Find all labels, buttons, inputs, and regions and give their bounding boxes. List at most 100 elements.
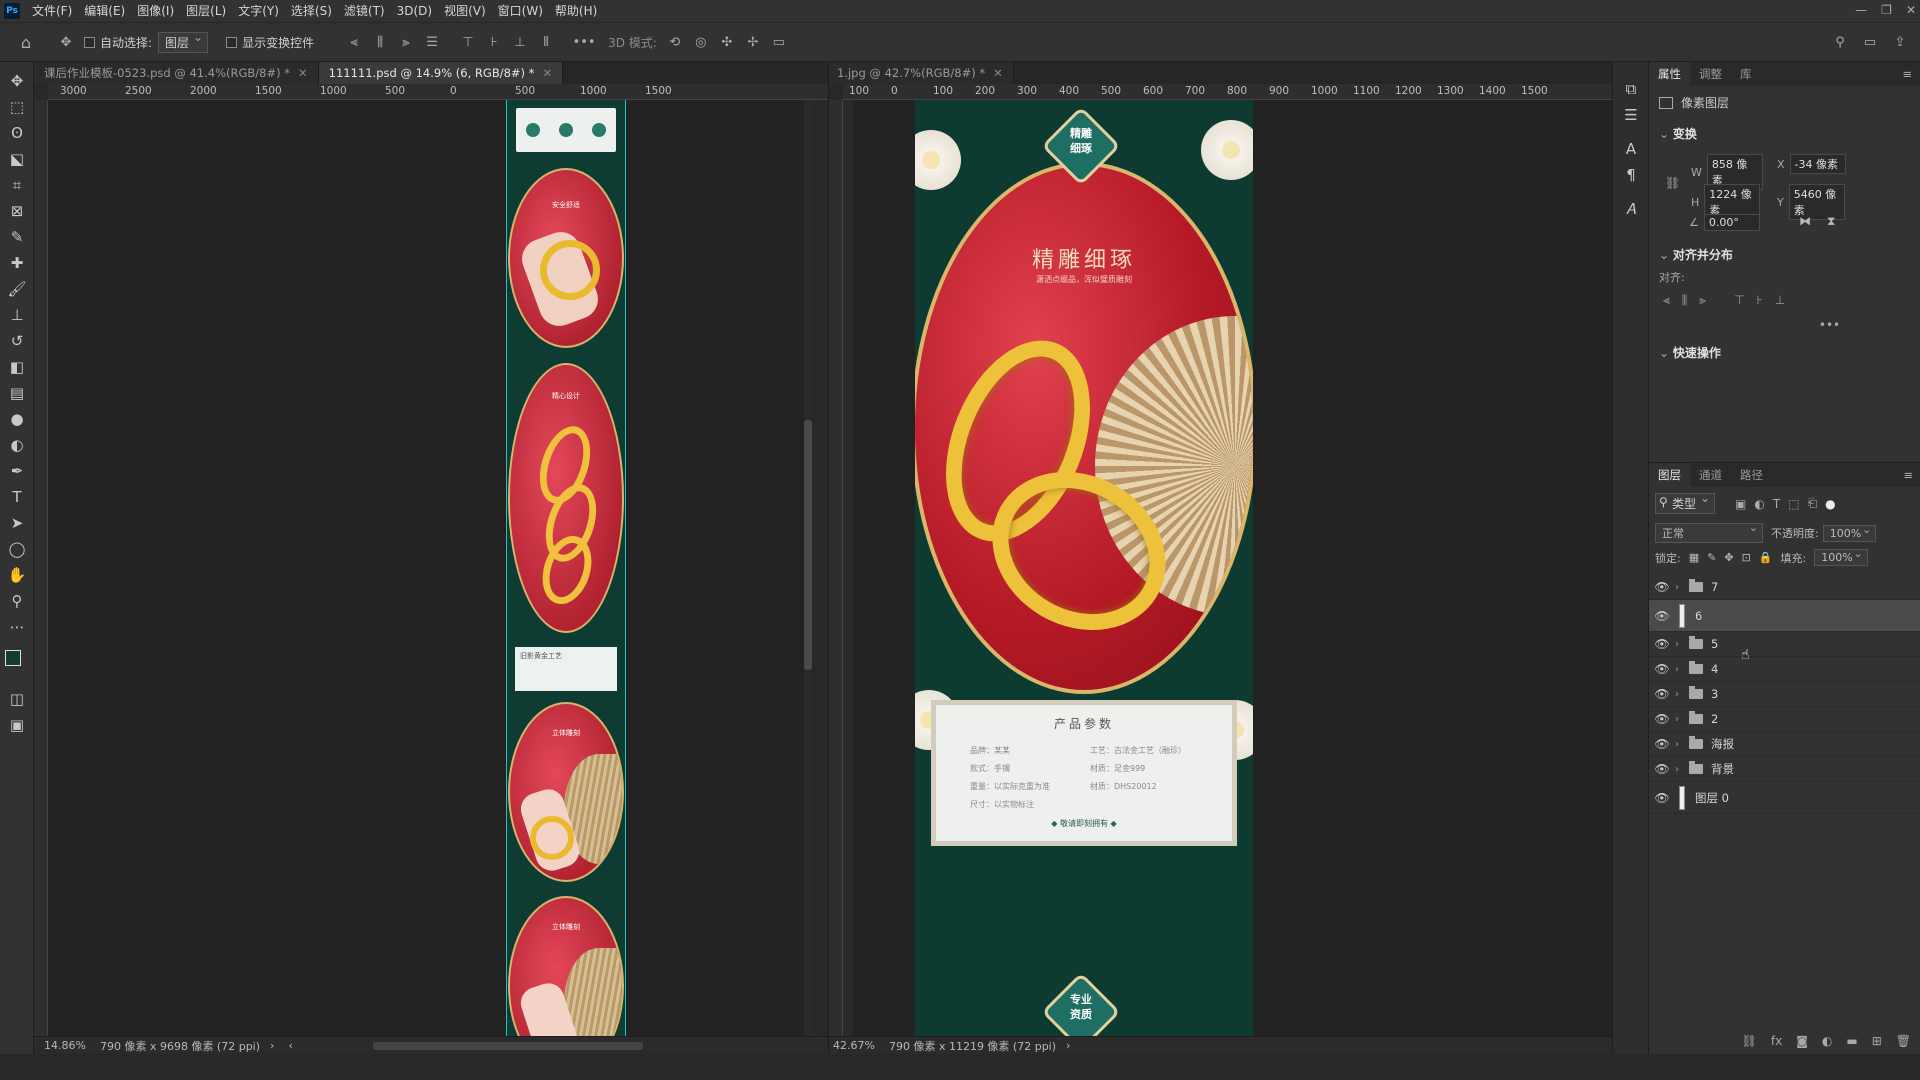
blend-mode-dropdown[interactable]: 正常 — [1655, 521, 1763, 543]
menu-item[interactable]: 窗口(W) — [492, 0, 549, 22]
right-zoom-level[interactable]: 42.67% — [833, 1039, 875, 1052]
distribute-icon[interactable]: ☰ — [422, 32, 442, 52]
more-options-icon[interactable]: ••• — [573, 32, 596, 52]
menu-item[interactable]: 选择(S) — [285, 0, 338, 22]
visibility-eye-icon[interactable]: 👁 — [1649, 737, 1675, 751]
filter-adjust-icon[interactable]: ◐ — [1754, 497, 1764, 511]
menu-item[interactable]: 图像(I) — [131, 0, 180, 22]
filter-toggle-icon[interactable]: ● — [1825, 497, 1835, 511]
align-vcenter-icon[interactable]: ⊦ — [1757, 293, 1763, 308]
left-vertical-scrollbar[interactable] — [804, 100, 812, 1036]
lock-paint-icon[interactable]: ✎ — [1707, 551, 1716, 564]
visibility-eye-icon[interactable]: 👁 — [1649, 762, 1675, 776]
layer-row[interactable]: 👁 6 — [1649, 600, 1920, 632]
color-swatches[interactable] — [0, 646, 33, 686]
expand-caret-icon[interactable]: › — [1675, 714, 1689, 725]
auto-select-option[interactable]: 自动选择: 图层 — [84, 30, 209, 53]
layer-name[interactable]: 2 — [1711, 712, 1718, 726]
new-layer-icon[interactable]: ⊞ — [1872, 1034, 1882, 1048]
status-arrow-icon[interactable]: › — [1066, 1039, 1070, 1052]
align-hcenter-icon[interactable]: ⫼ — [1682, 293, 1688, 308]
visibility-eye-icon[interactable]: 👁 — [1649, 662, 1675, 676]
add-mask-icon[interactable]: ◙ — [1796, 1034, 1808, 1048]
lock-transparent-icon[interactable]: ▦ — [1689, 551, 1699, 564]
foreground-color-swatch[interactable] — [5, 650, 21, 666]
layer-name[interactable]: 7 — [1711, 580, 1718, 594]
document-tab[interactable]: 课后作业模板-0523.psd @ 41.4%(RGB/8#) * ✕ — [34, 62, 319, 84]
shape-tool-icon[interactable]: ◯ — [0, 536, 34, 562]
filter-shape-icon[interactable]: ⬚ — [1788, 497, 1799, 511]
right-left-scrollbar[interactable] — [842, 100, 853, 1036]
screen-mode-icon[interactable]: ▣ — [0, 712, 34, 738]
lock-all-icon[interactable]: 🔒 — [1759, 551, 1773, 564]
move-tool-preset-icon[interactable]: ✥ — [56, 32, 76, 52]
move-tool-icon[interactable]: ✥ — [0, 68, 34, 94]
3d-pan-icon[interactable]: ✣ — [717, 32, 737, 52]
layer-name[interactable]: 图层 0 — [1695, 790, 1729, 806]
blur-tool-icon[interactable]: ● — [0, 406, 34, 432]
transform-section-title[interactable]: 变换 — [1649, 119, 1920, 148]
filter-type-icon[interactable]: T — [1773, 497, 1780, 511]
right-canvas-area[interactable]: 精雕细琢 潇洒点缀品，浑似璧质雕刻 精雕 细琢 产品参数 品牌：某某 工艺：古法金… — [842, 100, 1612, 1036]
flip-horizontal-icon[interactable]: ⧓ — [1799, 214, 1811, 228]
panel-tab[interactable]: 路径 — [1731, 463, 1772, 487]
frame-tool-icon[interactable]: ⊠ — [0, 198, 34, 224]
x-field[interactable]: X -34 像素 — [1777, 154, 1846, 174]
left-canvas-area[interactable]: 安全舒适 精心设计 旧影黄金工艺 立体雕刻 立体雕刻 — [48, 100, 812, 1036]
object-select-tool-icon[interactable]: ⬕ — [0, 146, 34, 172]
home-icon[interactable]: ⌂ — [16, 32, 36, 52]
dodge-tool-icon[interactable]: ◐ — [0, 432, 34, 458]
filter-smart-icon[interactable]: ⎗ — [1808, 496, 1818, 511]
expand-caret-icon[interactable]: › — [1675, 582, 1689, 593]
left-zoom-level[interactable]: 14.86% — [44, 1039, 86, 1052]
align-right-icon[interactable]: ⫸ — [1699, 293, 1706, 308]
close-tab-icon[interactable]: ✕ — [542, 66, 552, 80]
menu-item[interactable]: 3D(D) — [391, 0, 438, 22]
adjust-panel-icon[interactable]: ☰ — [1613, 102, 1649, 128]
panel-tab[interactable]: 属性 — [1649, 62, 1690, 86]
eraser-tool-icon[interactable]: ◧ — [0, 354, 34, 380]
quick-actions-title[interactable]: 快速操作 — [1649, 338, 1920, 367]
healing-tool-icon[interactable]: ✚ — [0, 250, 34, 276]
3d-slide-icon[interactable]: ✢ — [743, 32, 763, 52]
pen-tool-icon[interactable]: ✒ — [0, 458, 34, 484]
3d-camera-icon[interactable]: ▭ — [769, 32, 789, 52]
menu-item[interactable]: 滤镜(T) — [338, 0, 391, 22]
layer-name[interactable]: 4 — [1711, 662, 1718, 676]
share-icon[interactable]: ⇪ — [1890, 32, 1910, 52]
layer-filter-dropdown[interactable]: ⚲ 类型 — [1655, 491, 1716, 514]
crop-tool-icon[interactable]: ⌗ — [0, 172, 34, 198]
align-top-icon[interactable]: ⊤ — [1734, 293, 1744, 308]
visibility-eye-icon[interactable]: 👁 — [1649, 609, 1675, 623]
menu-item[interactable]: 编辑(E) — [78, 0, 131, 22]
align-left-icon[interactable]: ⫷ — [1663, 293, 1670, 308]
character-panel-icon[interactable]: A — [1613, 136, 1649, 162]
gradient-tool-icon[interactable]: ▤ — [0, 380, 34, 406]
visibility-eye-icon[interactable]: 👁 — [1649, 791, 1675, 805]
fill-value[interactable]: 100% — [1814, 547, 1868, 566]
close-button[interactable]: ✕ — [1906, 0, 1916, 20]
link-layers-icon[interactable]: ⛓ — [1742, 1034, 1757, 1048]
panel-tab[interactable]: 图层 — [1649, 463, 1690, 487]
opacity-value[interactable]: 100% — [1822, 523, 1877, 542]
angle-value[interactable]: 0.00° — [1703, 214, 1760, 231]
layer-name[interactable]: 5 — [1711, 637, 1718, 651]
path-select-tool-icon[interactable]: ➤ — [0, 510, 34, 536]
scroll-left-icon[interactable]: ‹ — [288, 1039, 292, 1052]
x-value[interactable]: -34 像素 — [1789, 154, 1846, 174]
paragraph-panel-icon[interactable]: ¶ — [1613, 162, 1649, 188]
type-tool-icon[interactable]: T — [0, 484, 34, 510]
align-vcenter-icon[interactable]: ⊦ — [484, 32, 504, 52]
y-value[interactable]: 5460 像素 — [1788, 184, 1845, 220]
eyedropper-tool-icon[interactable]: ✎ — [0, 224, 34, 250]
panel-menu-icon[interactable]: ≡ — [1903, 468, 1913, 482]
expand-caret-icon[interactable]: › — [1675, 739, 1689, 750]
layer-row[interactable]: 👁 › 2 — [1649, 707, 1920, 732]
panel-tab[interactable]: 库 — [1731, 62, 1761, 86]
left-scroll-thumb[interactable] — [804, 420, 812, 670]
panel-menu-icon[interactable]: ≡ — [1902, 67, 1912, 81]
panel-tab[interactable]: 调整 — [1690, 62, 1731, 86]
show-transform-checkbox[interactable] — [226, 36, 238, 48]
more-tools-icon[interactable]: ⋯ — [0, 614, 34, 640]
menu-item[interactable]: 文件(F) — [26, 0, 78, 22]
